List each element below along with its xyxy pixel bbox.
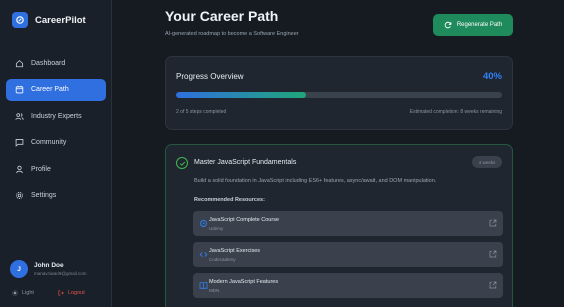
progress-title: Progress Overview	[176, 72, 244, 81]
resource-item[interactable]: JavaScript Exercises Codecademy	[193, 242, 503, 267]
regenerate-label: Regenerate Path	[456, 22, 503, 28]
resource-title: JavaScript Complete Course	[209, 217, 280, 223]
chat-icon	[15, 139, 24, 147]
step-description: Build a solid foundation in JavaScript i…	[194, 178, 437, 184]
step-card: Master JavaScript Fundamentals 4 weeks B…	[165, 144, 513, 307]
theme-toggle[interactable]: Light	[12, 290, 34, 296]
sidebar-item-label: Community	[31, 139, 67, 146]
page-title: Your Career Path	[165, 8, 279, 24]
user-info: John Doe manav.tiwari9@gmail.com	[34, 262, 87, 276]
step-title: Master JavaScript Fundamentals	[194, 159, 297, 166]
app-name: CareerPilot	[35, 14, 86, 26]
progress-overview-card: Progress Overview 40% 2 of 5 steps compl…	[165, 56, 513, 130]
sun-icon	[12, 290, 18, 296]
user-email: manav.tiwari9@gmail.com	[34, 271, 87, 276]
page-subtitle: AI-generated roadmap to become a Softwar…	[165, 31, 299, 37]
logo-icon	[12, 12, 28, 28]
external-link-icon[interactable]	[489, 250, 497, 258]
estimated-completion-text: Estimated completion: 8 weeks remaining	[409, 109, 502, 115]
main-content: Your Career Path AI-generated roadmap to…	[112, 0, 564, 307]
sidebar-item-label: Settings	[31, 192, 57, 199]
external-link-icon[interactable]	[489, 281, 497, 289]
sidebar-footer: Light Logout	[12, 290, 85, 296]
refresh-icon	[444, 21, 452, 29]
progress-bar	[176, 92, 502, 98]
logout-label: Logout	[67, 290, 85, 296]
sidebar-item-industry-experts[interactable]: Industry Experts	[6, 105, 106, 127]
code-icon	[199, 252, 208, 257]
brand[interactable]: CareerPilot	[12, 12, 86, 28]
sidebar-item-label: Dashboard	[31, 59, 66, 67]
duration-badge: 4 weeks	[472, 156, 502, 168]
sidebar-item-settings[interactable]: Settings	[6, 185, 106, 207]
avatar: J	[10, 260, 28, 278]
logout-icon	[58, 290, 64, 296]
sidebar-nav: Dashboard Career Path Industry Experts C…	[6, 52, 106, 211]
sidebar: CareerPilot Dashboard Career Path Indust…	[0, 0, 112, 307]
check-circle-icon	[176, 157, 188, 169]
video-icon	[200, 220, 207, 227]
resource-provider: Udemy	[209, 226, 224, 231]
regenerate-path-button[interactable]: Regenerate Path	[433, 14, 513, 36]
user-card[interactable]: J John Doe manav.tiwari9@gmail.com	[10, 260, 87, 278]
sidebar-item-label: Profile	[31, 165, 51, 173]
sidebar-item-dashboard[interactable]: Dashboard	[6, 52, 106, 74]
sidebar-item-label: Industry Experts	[31, 112, 82, 120]
sidebar-item-community[interactable]: Community	[6, 132, 106, 154]
theme-label: Light	[22, 290, 34, 296]
user-name: John Doe	[34, 262, 64, 269]
sidebar-item-profile[interactable]: Profile	[6, 158, 106, 180]
sidebar-item-career-path[interactable]: Career Path	[6, 78, 106, 101]
resource-item[interactable]: Modern JavaScript Features MDN	[193, 273, 503, 298]
sidebar-item-label: Career Path	[31, 86, 69, 93]
resource-item[interactable]: JavaScript Complete Course Udemy	[193, 211, 503, 236]
users-icon	[15, 112, 24, 120]
external-link-icon[interactable]	[489, 219, 497, 227]
resource-title: Modern JavaScript Features	[209, 279, 279, 285]
resource-provider: Codecademy	[209, 257, 236, 262]
gear-icon	[16, 192, 23, 199]
logout-button[interactable]: Logout	[58, 290, 85, 296]
progress-percent: 40%	[482, 71, 502, 82]
home-icon	[15, 59, 24, 67]
resource-title: JavaScript Exercises	[209, 248, 261, 254]
resources-heading: Recommended Resources:	[194, 197, 265, 203]
steps-completed-text: 2 of 5 steps completed	[176, 109, 227, 115]
book-icon	[199, 282, 208, 290]
calendar-icon	[15, 85, 24, 94]
resource-provider: MDN	[209, 288, 220, 293]
user-icon	[16, 165, 23, 173]
progress-bar-fill	[176, 92, 307, 98]
